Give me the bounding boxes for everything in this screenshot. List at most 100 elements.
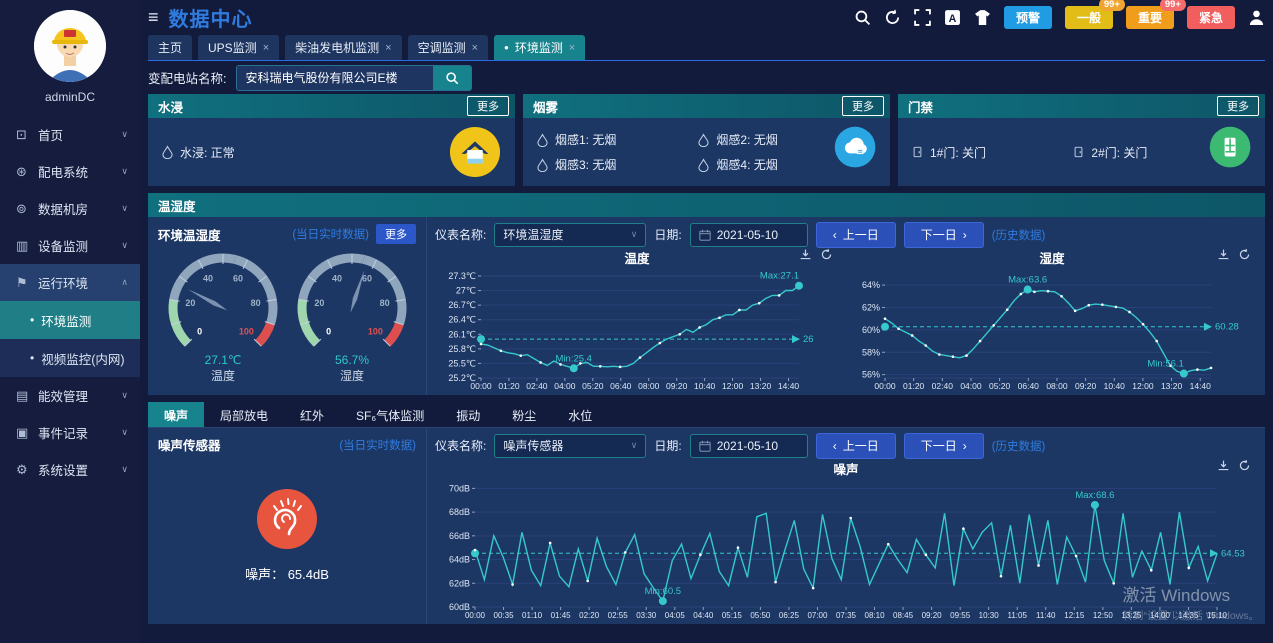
meter-select[interactable]: 环境温湿度∨ (494, 223, 646, 247)
chevron-up-icon: ∧ (121, 277, 128, 288)
theme-skin-icon[interactable] (974, 9, 991, 26)
svg-text:13:20: 13:20 (750, 381, 772, 391)
tab-env-monitor[interactable]: ●环境监测× (494, 35, 585, 60)
chevron-left-icon: ‹ (833, 228, 837, 242)
refresh-icon[interactable] (1238, 459, 1251, 472)
fullscreen-icon[interactable] (914, 9, 931, 26)
refresh-icon[interactable] (820, 248, 833, 261)
access-more-button[interactable]: 更多 (1217, 96, 1259, 116)
prev-day-button[interactable]: ‹上一日 (816, 433, 896, 459)
date-picker[interactable]: 2021-05-10 (690, 434, 808, 458)
humidity-gauge: 02040608010056.7%湿度 (288, 244, 416, 390)
sidebar: adminDC ⊡ 首页 ∨ ⊛ 配电系统 ∨ ⊚ 数据机房 ∨ ▥ 设备监测 … (0, 0, 140, 643)
sidebar-item-power-system[interactable]: ⊛ 配电系统 ∨ (0, 153, 140, 190)
svg-text:00:00: 00:00 (874, 381, 896, 391)
hamburger-menu-icon[interactable]: ≡ (148, 7, 159, 28)
svg-text:66dB: 66dB (449, 531, 470, 541)
sidebar-item-event-log[interactable]: ▣ 事件记录 ∨ (0, 414, 140, 451)
water-more-button[interactable]: 更多 (467, 96, 509, 116)
station-search-row: 变配电站名称: (148, 61, 1265, 94)
calendar-icon (699, 229, 711, 241)
sidebar-item-data-room[interactable]: ⊚ 数据机房 ∨ (0, 190, 140, 227)
home-icon: ⊡ (16, 127, 38, 143)
noise-icon[interactable] (256, 488, 318, 550)
station-name-input[interactable] (237, 66, 433, 90)
search-icon[interactable] (854, 9, 871, 26)
user-icon[interactable] (1248, 9, 1265, 26)
close-icon[interactable]: × (385, 42, 391, 54)
svg-text:08:00: 08:00 (638, 381, 660, 391)
alarm-general-button[interactable]: 一般 99+ (1065, 6, 1113, 29)
date-picker[interactable]: 2021-05-10 (690, 223, 808, 247)
alarm-general-badge: 99+ (1099, 0, 1125, 11)
sidebar-item-video-monitor[interactable]: • 视频监控(内网) (0, 339, 140, 377)
alarm-urgent-button[interactable]: 紧急 (1187, 6, 1235, 29)
svg-text:80: 80 (250, 298, 260, 308)
smoke-cloud-icon[interactable] (834, 126, 876, 178)
svg-text:20: 20 (314, 298, 324, 308)
tab-sf6-gas[interactable]: SF₆气体监测 (340, 402, 440, 427)
svg-text:60%: 60% (862, 325, 880, 335)
svg-text:27.1℃: 27.1℃ (204, 353, 241, 367)
sidebar-item-settings[interactable]: ⚙ 系统设置 ∨ (0, 451, 140, 488)
sidebar-item-energy[interactable]: ▤ 能效管理 ∨ (0, 377, 140, 414)
tab-home[interactable]: 主页 (148, 35, 192, 60)
history-data-link[interactable]: (历史数据) (992, 227, 1046, 243)
refresh-icon[interactable] (884, 9, 901, 26)
svg-text:Min:60.5: Min:60.5 (645, 586, 681, 597)
tab-ups[interactable]: UPS监测× (198, 35, 279, 60)
svg-text:14:40: 14:40 (778, 381, 800, 391)
sidebar-item-env-monitor[interactable]: • 环境监测 (0, 301, 140, 339)
svg-text:Max:68.6: Max:68.6 (1075, 490, 1114, 501)
power-system-icon: ⊛ (16, 164, 38, 180)
tab-diesel[interactable]: 柴油发电机监测× (285, 35, 401, 60)
svg-text:60: 60 (232, 274, 242, 284)
username: adminDC (45, 90, 95, 104)
avatar[interactable] (34, 10, 106, 82)
tab-noise[interactable]: 噪声 (148, 402, 204, 427)
th-more-button[interactable]: 更多 (376, 224, 416, 244)
alarm-important-button[interactable]: 重要 99+ (1126, 6, 1174, 29)
realtime-data-label: (当日实时数据) (339, 437, 416, 453)
svg-text:14:00: 14:00 (1150, 611, 1171, 620)
tab-hvac[interactable]: 空调监测× (408, 35, 488, 60)
access-door-icon[interactable] (1209, 126, 1251, 178)
sidebar-item-home[interactable]: ⊡ 首页 ∨ (0, 116, 140, 153)
tab-partial-discharge[interactable]: 局部放电 (204, 402, 284, 427)
svg-text:09:20: 09:20 (1075, 381, 1097, 391)
svg-text:湿度: 湿度 (339, 368, 363, 383)
history-data-link[interactable]: (历史数据) (992, 438, 1046, 454)
download-icon[interactable] (1217, 459, 1230, 472)
svg-text:68dB: 68dB (449, 507, 470, 517)
worker-avatar-icon (34, 10, 106, 82)
svg-text:56%: 56% (862, 370, 880, 380)
active-dot-icon: ● (504, 43, 509, 52)
smoke-item-3: 烟感3: 无烟 (537, 156, 672, 173)
smoke-more-button[interactable]: 更多 (842, 96, 884, 116)
chevron-right-icon: › (963, 439, 967, 453)
translate-icon[interactable]: A (944, 9, 961, 26)
next-day-button[interactable]: 下一日› (904, 433, 984, 459)
chevron-down-icon: ∨ (121, 427, 128, 438)
close-icon[interactable]: × (569, 42, 575, 54)
sidebar-item-operating-env[interactable]: ⚑ 运行环境 ∧ (0, 264, 140, 301)
svg-text:26: 26 (803, 334, 814, 345)
water-home-icon[interactable] (449, 126, 501, 178)
tab-vibration[interactable]: 振动 (440, 402, 496, 427)
refresh-icon[interactable] (1238, 248, 1251, 261)
meter-select[interactable]: 噪声传感器∨ (494, 434, 646, 458)
door-icon (1073, 145, 1084, 159)
next-day-button[interactable]: 下一日› (904, 222, 984, 248)
close-icon[interactable]: × (472, 42, 478, 54)
alarm-warning-button[interactable]: 预警 (1004, 6, 1052, 29)
download-icon[interactable] (799, 248, 812, 261)
download-icon[interactable] (1217, 248, 1230, 261)
close-icon[interactable]: × (263, 42, 269, 54)
svg-text:20: 20 (185, 298, 195, 308)
tab-water-level[interactable]: 水位 (552, 402, 608, 427)
prev-day-button[interactable]: ‹上一日 (816, 222, 896, 248)
sidebar-item-device-monitor[interactable]: ▥ 设备监测 ∨ (0, 227, 140, 264)
tab-dust[interactable]: 粉尘 (496, 402, 552, 427)
tab-infrared[interactable]: 红外 (284, 402, 340, 427)
search-button[interactable] (433, 66, 471, 90)
